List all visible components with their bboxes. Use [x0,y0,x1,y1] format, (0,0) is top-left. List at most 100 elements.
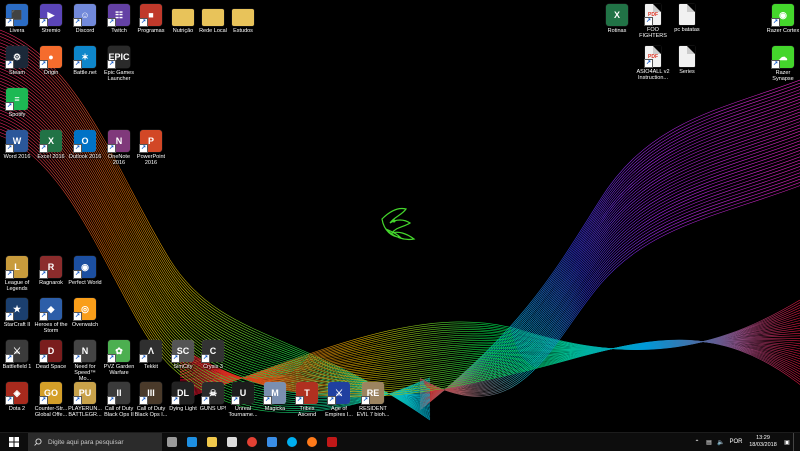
desktop-icon-need-for-speed-mo[interactable]: N ↗ Need for Speed™ Mo... [68,340,102,383]
desktop-icon-dota-2[interactable]: ◈ ↗ Dota 2 [0,382,34,412]
desktop-icon-dying-light[interactable]: DL ↗ Dying Light [166,382,200,412]
desktop-icon-steam[interactable]: ⚙ ↗ Steam [0,46,34,76]
desktop-icon-livera[interactable]: ⬛ ↗ Livera [0,4,34,34]
desktop-icon-starcraft-ii[interactable]: ★ ↗ StarCraft II [0,298,34,328]
desktop-icon-stremio[interactable]: ▶ ↗ Stremio [34,4,68,34]
desktop-icon-label: Dead Space [35,364,67,370]
desktop-icon-spotify[interactable]: ≡ ↗ Spotify [0,88,34,118]
start-button[interactable] [0,433,28,451]
clock[interactable]: 13:29 18/03/2018 [745,435,781,449]
desktop-icon-label: PVZ Garden Warfare [103,364,135,377]
livera-icon: ⬛ ↗ [5,4,28,27]
desktop-icon-counter-str-global-offe[interactable]: GO ↗ Counter-Str... Global Offe... [34,382,68,418]
edge-button[interactable] [182,433,202,451]
language-indicator[interactable]: POR [727,439,745,445]
desktop-icon-onenote-2016[interactable]: N ↗ OneNote 2016 [102,130,136,166]
desktop-icon-unreal-tourname[interactable]: U ↗ Unreal Tourname... [226,382,260,418]
desktop-icon-label: Epic Games Launcher [104,70,134,83]
firefox-button[interactable] [302,433,322,451]
desktop-icon-origin[interactable]: ● ↗ Origin [34,46,68,76]
desktop-icon-series[interactable]: Series [670,46,704,75]
desktop-icon-dead-space[interactable]: D ↗ Dead Space [34,340,68,370]
shortcut-arrow-icon: ↗ [107,396,116,405]
desktop-icon-estudos[interactable]: Estudos [226,4,260,34]
desktop-icon-foo-fighters[interactable]: PDF ↗ FOO FIGHTERS [636,4,670,39]
desktop-icon-simcity[interactable]: SC ↗ SimCity [166,340,200,370]
desktop-icon-tribes-ascend[interactable]: T ↗ Tribes Ascend [290,382,324,418]
desktop-icon-perfect-world[interactable]: ◉ ↗ Perfect World [68,256,102,286]
desktop-icon-playerun-battlegr[interactable]: PU ↗ PLAYERUN... BATTLEGR... [68,382,102,418]
desktop-icon-label: Crysis 3 [203,364,223,370]
shortcut-arrow-icon: ↗ [231,396,240,405]
desktop-icon-call-of-duty-black-ops-i[interactable]: III ↗ Call of Duty Black Ops I... [134,382,168,418]
desktop-icon-crysis-3[interactable]: C ↗ Crysis 3 [196,340,230,370]
shortcut-arrow-icon: ↗ [5,60,14,69]
desktop-icon-pc-batatas[interactable]: pc batatas [670,4,704,33]
chevron-up-icon[interactable]: ⌃ [691,439,703,446]
shortcut-arrow-icon: ↗ [171,396,180,405]
desktop-icon-overwatch[interactable]: ◎ ↗ Overwatch [68,298,102,328]
wallpaper-wave [419,159,800,391]
desktop-icon-guns-up[interactable]: ☠ ↗ GUNS UP! [196,382,230,412]
store-button[interactable] [222,433,242,451]
heroes-of-the-storm-icon: ◆ ↗ [39,298,62,321]
notifications-icon[interactable]: ▣ [781,439,793,446]
desktop-icon-nutri-o[interactable]: Nutrição [166,4,200,34]
perfect-world-icon: ◉ ↗ [73,256,96,279]
desktop-icon-rotinas[interactable]: X Rotinas [600,4,634,34]
desktop-icon-word-2016[interactable]: W ↗ Word 2016 [0,130,34,160]
desktop-icon-heroes-of-the-storm[interactable]: ◆ ↗ Heroes of the Storm [34,298,68,334]
desktop-icon-ragnarok[interactable]: R ↗ Ragnarok [34,256,68,286]
desktop-icon-powerpoint-2016[interactable]: P ↗ PowerPoint 2016 [134,130,168,166]
desktop-icon-label: Steam [9,70,25,76]
tekkit-icon: Λ ↗ [139,340,162,363]
desktop-icon-magicka[interactable]: M ↗ Magicka [258,382,292,412]
desktop-icon-pvz-garden-warfare[interactable]: ✿ ↗ PVZ Garden Warfare [102,340,136,376]
shortcut-arrow-icon: ↗ [139,144,148,153]
shortcut-arrow-icon: ↗ [644,17,653,26]
rede-local-icon [202,9,224,26]
desktop-icon-excel-2016[interactable]: X ↗ Excel 2016 [34,130,68,160]
file-explorer-button[interactable] [202,433,222,451]
desktop-icon-razer-synapse[interactable]: ☁ ↗ Razer Synapse [766,46,800,82]
desktop-icon-age-of-empires-i[interactable]: ⚔ ↗ Age of Empires I... [322,382,356,418]
search-input[interactable]: Digite aqui para pesquisar [28,433,162,451]
desktop-icon-call-of-duty-black-ops-ii[interactable]: II ↗ Call of Duty Black Ops II [102,382,136,418]
show-desktop-button[interactable] [793,433,800,451]
desktop-icon-label: Stremio [41,28,61,34]
desktop-icon-programas[interactable]: ■ ↗ Programas [134,4,168,34]
desktop-icon-label: Need for Speed™ Mo... [74,364,96,383]
shortcut-arrow-icon: ↗ [771,18,780,27]
shortcut-arrow-icon: ↗ [201,396,210,405]
stremio-icon: ▶ ↗ [39,4,62,27]
desktop-icon-outlook-2016[interactable]: O ↗ Outlook 2016 [68,130,102,160]
desktop-icon-twitch[interactable]: ☷ ↗ Twitch [102,4,136,34]
shortcut-arrow-icon: ↗ [5,18,14,27]
desktop-icon-tekkit[interactable]: Λ ↗ Tekkit [134,340,168,370]
shortcut-arrow-icon: ↗ [263,396,272,405]
task-view-button[interactable] [162,433,182,451]
chrome-button[interactable] [242,433,262,451]
desktop-icon-league-of-legends[interactable]: L ↗ League of Legends [0,256,34,292]
desktop-icon-label: Spotify [8,112,26,118]
desktop-icon-epic-games-launcher[interactable]: EPIC ↗ Epic Games Launcher [102,46,136,82]
network-icon[interactable]: ▤ [703,439,715,446]
shortcut-arrow-icon: ↗ [771,60,780,69]
desktop-icon-resident-evil-7-bioh[interactable]: RE ↗ RESIDENT EVIL 7 bioh... [356,382,390,418]
desktop-icon-label: Battle.net [73,70,97,76]
desktop-icon-battlefield-1[interactable]: ⚔ ↗ Battlefield 1 [0,340,34,370]
desktop-icon-label: PowerPoint 2016 [136,154,166,167]
shortcut-arrow-icon: ↗ [295,396,304,405]
shortcut-arrow-icon: ↗ [73,18,82,27]
desktop-icon-discord[interactable]: ☺ ↗ Discord [68,4,102,34]
chrome-icon [247,437,257,447]
mail-button[interactable] [262,433,282,451]
mcafee-button[interactable] [322,433,342,451]
volume-icon[interactable]: 🔈 [715,439,727,446]
wallpaper-wave [419,137,800,394]
desktop-icon-asio4all-v2-instruction[interactable]: PDF ↗ ASIO4ALL v2 Instruction... [636,46,670,81]
desktop-icon-rede-local[interactable]: Rede Local [196,4,230,34]
skype-button[interactable] [282,433,302,451]
desktop-icon-battle-net[interactable]: ✶ ↗ Battle.net [68,46,102,76]
desktop-icon-razer-cortex[interactable]: ◉ ↗ Razer Cortex [766,4,800,34]
